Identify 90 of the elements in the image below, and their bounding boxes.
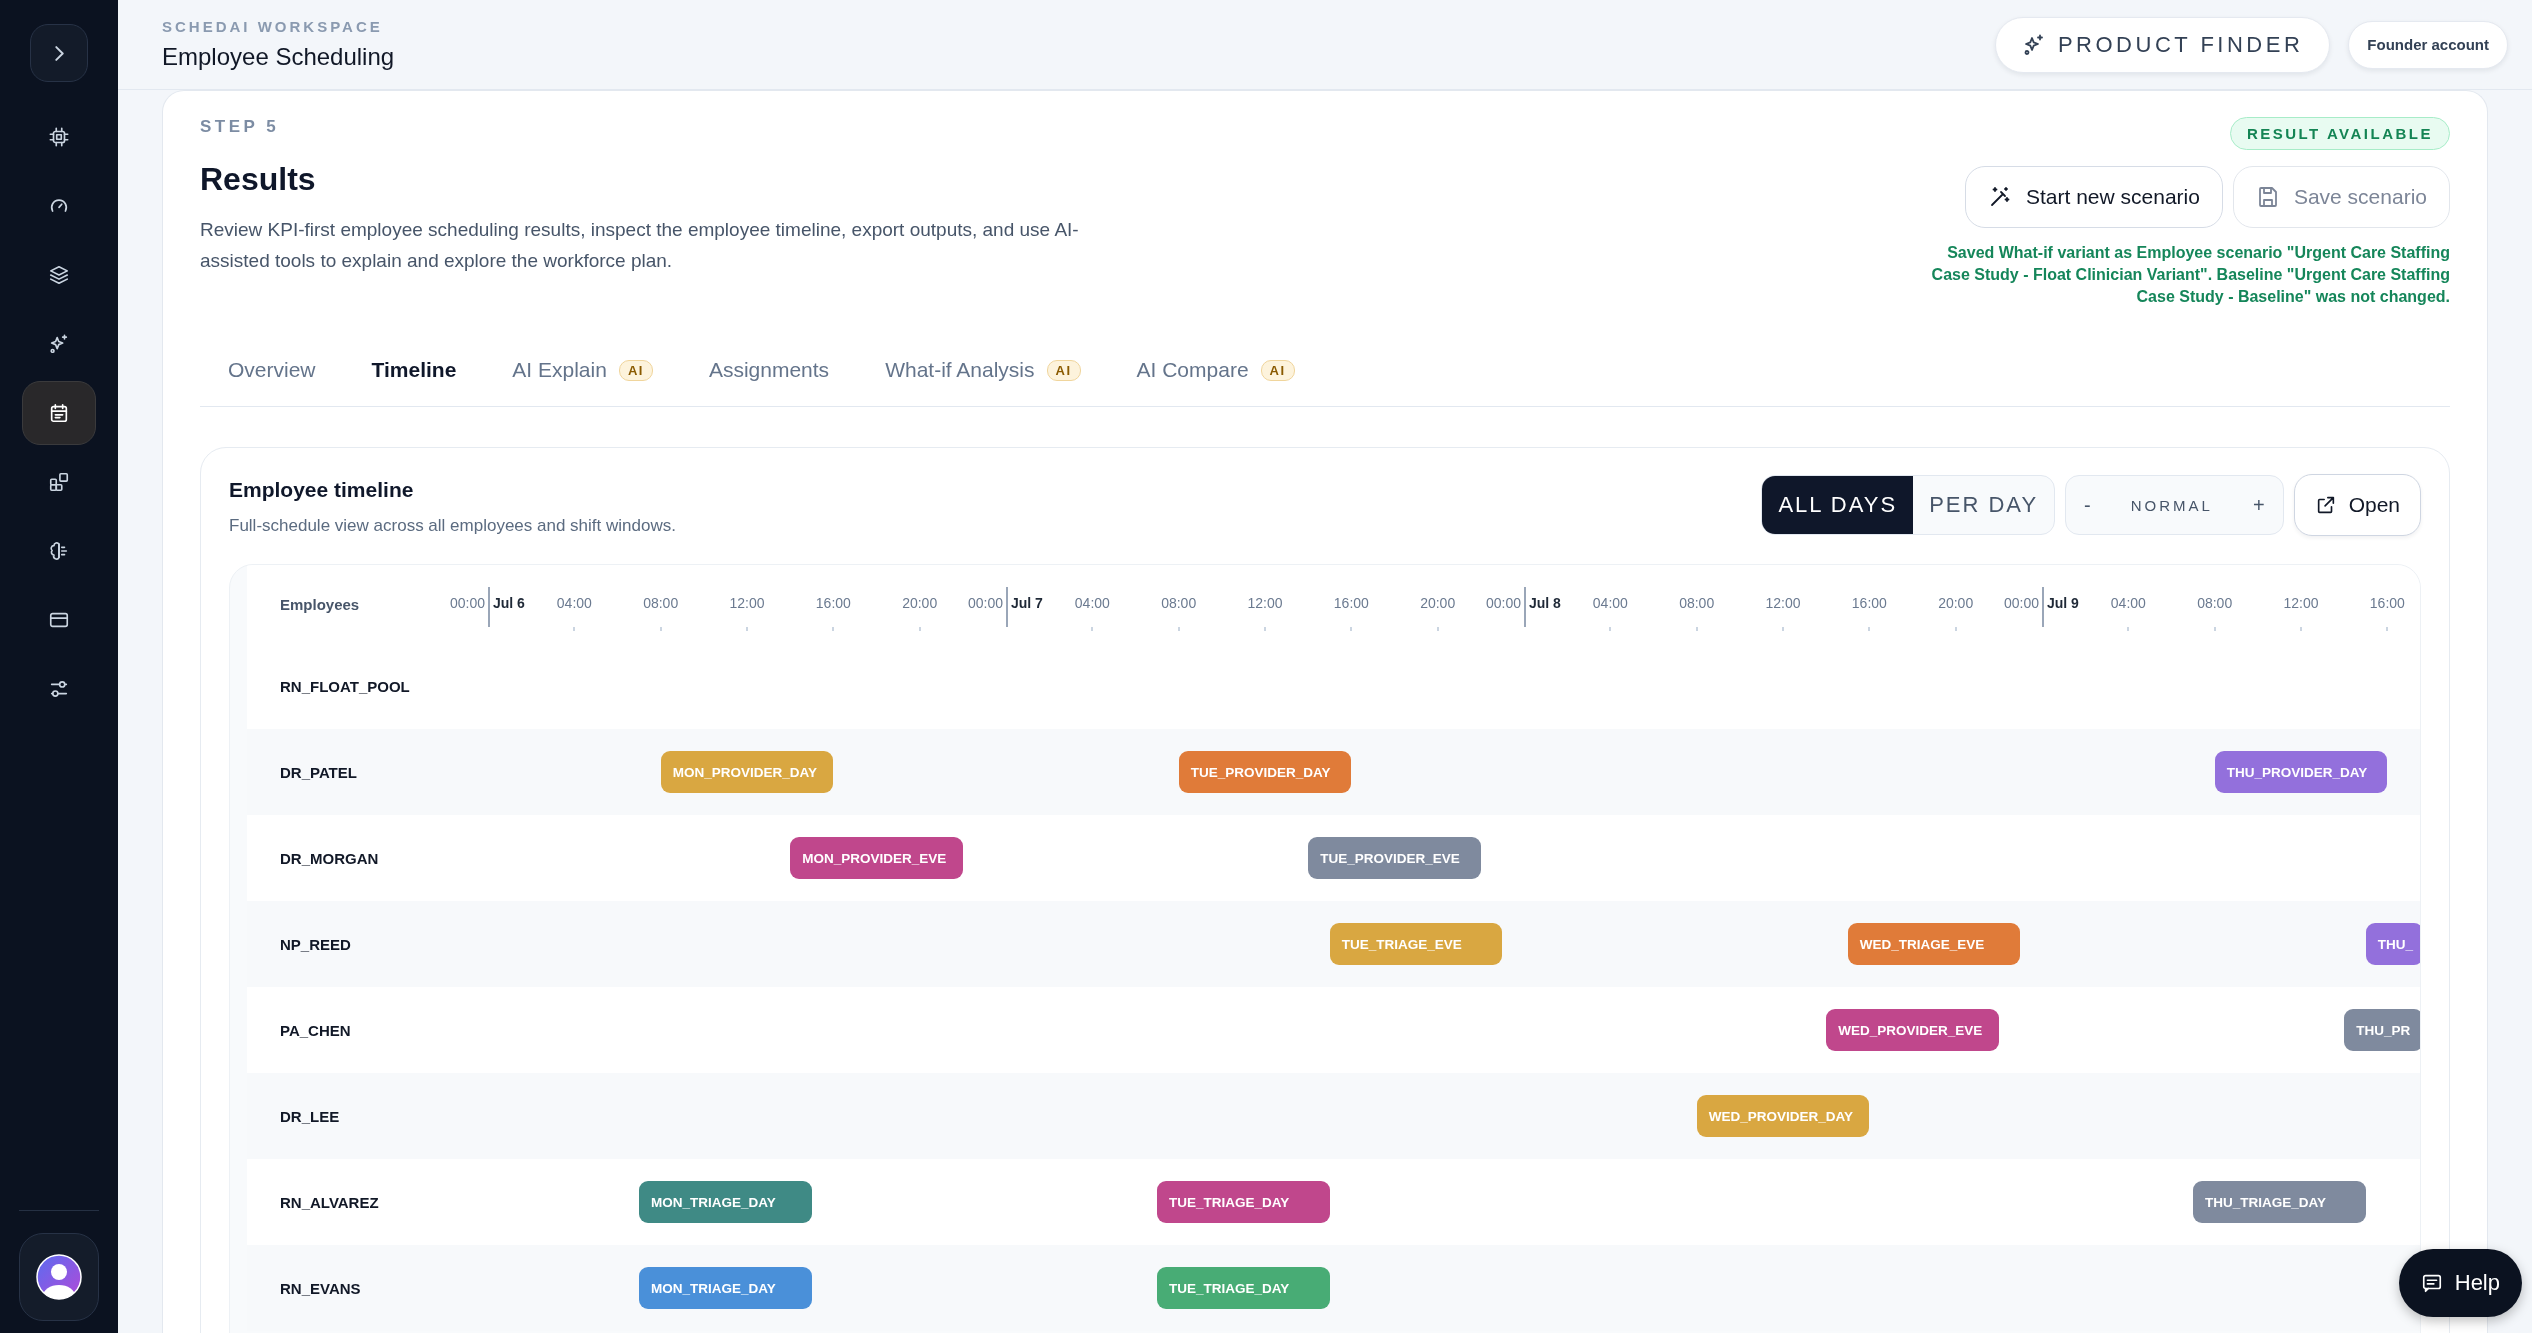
sparkles-icon [48,333,70,355]
section-description: Review KPI-first employee scheduling results, inspect the employee timeline, export outputs, and use AI-assisted tools to explain and explore the workforce plan. [200,218,1080,273]
employee-name: RN_EVANS [279,1278,362,1299]
shift-bar[interactable]: THU_ [2365,923,2420,965]
sidebar-nav-button[interactable] [22,381,96,445]
chat-icon [2420,1272,2443,1294]
time-tick-label: 12:00 [1247,595,1283,611]
shift-bar[interactable]: TUE_TRIAGE_DAY [1157,1181,1330,1223]
shift-bar[interactable]: THU_PROVIDER_DAY [2214,751,2388,793]
timeline-subtitle: Full-schedule view across all employees and shift windows. [229,516,676,536]
help-button[interactable]: Help [2398,1249,2522,1317]
layers-icon [48,264,70,286]
blocks-icon [48,471,70,493]
shift-bar[interactable]: THU_TRIAGE_DAY [2193,1181,2366,1223]
ai-badge: AI [1260,359,1295,381]
workspace-label: SCHEDAI WORKSPACE [162,18,384,35]
time-tick-label: 12:00 [2283,595,2319,611]
results-tab[interactable]: Timeline [343,348,485,392]
ai-badge: AI [1046,359,1081,381]
timeline-title: Employee timeline [229,478,415,502]
product-finder-button[interactable]: PRODUCT FINDER [1994,16,2331,73]
open-timeline-button[interactable]: Open [2293,474,2421,536]
employee-name: DR_MORGAN [279,848,380,869]
zoom-out-button[interactable]: - [2066,477,2109,533]
time-tick-label: 08:00 [2197,595,2233,611]
time-tick-label: 04:00 [556,595,592,611]
shift-bar[interactable]: TUE_PROVIDER_DAY [1178,751,1352,793]
view-mode-button[interactable]: ALL DAYS [1762,476,1914,534]
new-scenario-button[interactable]: Start new scenario [1965,166,2223,228]
employee-name: RN_ALVAREZ [279,1192,380,1213]
day-label: Jul 8 [1529,595,1561,611]
shift-bar[interactable]: MON_TRIAGE_DAY [639,1181,812,1223]
time-tick-label: 16:00 [1851,595,1887,611]
account-button[interactable]: Founder account [2348,20,2508,69]
user-avatar-icon [36,1254,82,1300]
cpu-chip-icon [48,126,70,148]
time-tick-label: 20:00 [1938,595,1974,611]
results-tab[interactable]: Overview [200,348,344,392]
day-label: Jul 7 [1011,595,1043,611]
time-tick-label: 20:00 [902,595,938,611]
save-status-message: Saved What-if variant as Employee scenario "Urgent Care Staffing Case Study - Float Clinician Variant". Baseline "Urgent Care Staffing Case Study - Baseline" was not changed. [1930,243,2450,307]
employee-name: DR_LEE [279,1106,341,1127]
time-tick-label: 12:00 [1765,595,1801,611]
shift-bar[interactable]: WED_TRIAGE_EVE [1847,923,2021,965]
shift-bar[interactable]: TUE_TRIAGE_DAY [1157,1267,1330,1309]
time-tick-label: 16:00 [815,595,851,611]
employee-name: PA_CHEN [279,1020,352,1041]
shift-bar[interactable]: MON_TRIAGE_DAY [639,1267,812,1309]
time-tick-label: 00:00 [967,595,1003,611]
time-tick-label: 20:00 [1420,595,1456,611]
view-mode-button[interactable]: PER DAY [1913,476,2055,534]
section-title: Results [200,161,317,198]
shift-bar[interactable]: MON_PROVIDER_EVE [790,837,963,879]
time-tick-label: 00:00 [2003,595,2039,611]
zoom-level-label: NORMAL [2129,496,2214,514]
day-label: Jul 9 [2047,595,2079,611]
time-tick-label: 00:00 [449,595,485,611]
magic-wand-icon [1988,185,2012,209]
brain-icon [48,540,70,562]
chevron-right-icon [54,45,64,61]
day-label: Jul 6 [493,595,525,611]
shift-bar[interactable]: THU_PR [2344,1009,2420,1051]
results-tab[interactable]: AI Explain AI [484,348,681,392]
calendar-icon [48,402,70,424]
user-avatar-button[interactable] [19,1233,99,1321]
sliders-icon [48,678,70,700]
page-title: Employee Scheduling [162,43,396,71]
time-tick-label: 16:00 [1333,595,1369,611]
step-label: STEP 5 [200,117,281,137]
time-tick-label: 04:00 [2110,595,2146,611]
status-badge: RESULT AVAILABLE [2229,117,2450,150]
time-tick-label: 16:00 [2369,595,2405,611]
results-tab[interactable]: AI Compare AI [1108,348,1323,392]
employee-name: DR_PATEL [279,762,358,783]
ai-badge: AI [618,359,653,381]
time-tick-label: 08:00 [1161,595,1197,611]
zoom-in-button[interactable]: + [2234,477,2283,533]
shift-bar[interactable]: TUE_PROVIDER_EVE [1308,837,1481,879]
time-tick-label: 00:00 [1485,595,1521,611]
employee-name: NP_REED [279,934,352,955]
results-tab[interactable]: Assignments [680,348,858,392]
time-tick-label: 04:00 [1592,595,1628,611]
time-tick-label: 08:00 [643,595,679,611]
time-tick-label: 08:00 [1679,595,1715,611]
time-tick-label: 04:00 [1074,595,1110,611]
results-tab[interactable]: What-if Analysis AI [857,348,1109,392]
employee-name: RN_FLOAT_POOL [279,676,411,697]
shift-bar[interactable]: WED_PROVIDER_EVE [1826,1009,1999,1051]
column-header: Employees [280,595,360,613]
time-tick-label: 12:00 [729,595,765,611]
